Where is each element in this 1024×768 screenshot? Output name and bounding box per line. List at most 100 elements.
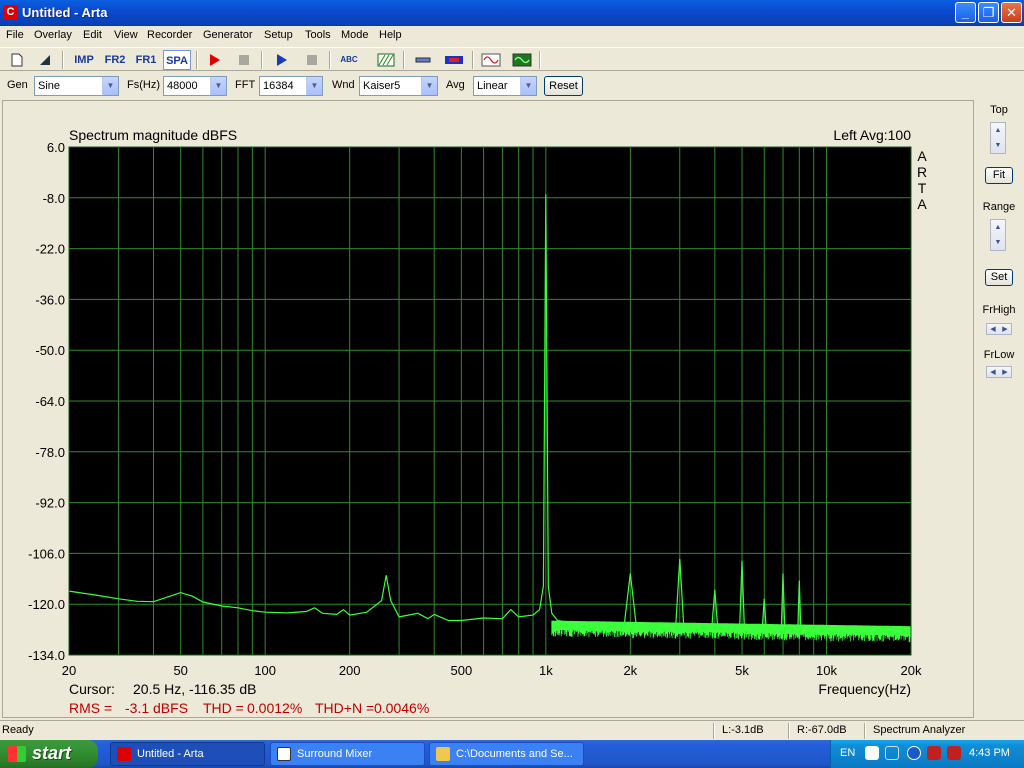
record-icon[interactable]	[202, 50, 226, 70]
menu-generator[interactable]: Generator	[203, 29, 253, 41]
x-tick-label: 20	[62, 663, 76, 678]
wnd-label: Wnd	[332, 79, 355, 91]
chart-title: Spectrum magnitude dBFS	[69, 127, 237, 143]
gen-select[interactable]: Sine ▼	[34, 76, 119, 96]
x-tick-label: 2k	[623, 663, 637, 678]
y-tick-label: -134.0	[28, 648, 65, 663]
menu-tools[interactable]: Tools	[305, 29, 331, 41]
x-tick-label: 1k	[539, 663, 553, 678]
spectrum-plot[interactable]: 6.0 -8.0 -22.0 -36.0 -50.0 -64.0 -78.0 -92.0 -10…	[3, 101, 975, 719]
side-label-letter: A	[917, 196, 927, 212]
arrow-right-icon[interactable]: ▶	[999, 367, 1011, 378]
signal-generator-icon[interactable]	[479, 50, 503, 70]
language-indicator[interactable]: EN	[840, 747, 855, 759]
side-label-letter: A	[917, 148, 927, 164]
rms-value: -3.1 dBFS	[125, 700, 188, 716]
top-spinner[interactable]: ▲ ▼	[990, 122, 1006, 154]
reset-button[interactable]: Reset	[544, 76, 583, 96]
shield-icon[interactable]	[947, 746, 961, 760]
start-button[interactable]: start	[0, 740, 98, 768]
spin-down-icon[interactable]: ▼	[991, 138, 1005, 153]
arrow-left-icon[interactable]: ◀	[987, 367, 999, 378]
thd-value: 0.0012%	[247, 700, 302, 716]
fit-button[interactable]: Fit	[985, 167, 1013, 184]
windows-logo-icon	[8, 746, 26, 762]
frlow-label: FrLow	[983, 349, 1015, 361]
title-bar: C Untitled - Arta _ ❐ ✕	[0, 0, 1024, 26]
side-label-letter: R	[917, 164, 927, 180]
y-tick-label: -120.0	[28, 597, 65, 612]
new-file-icon[interactable]	[5, 50, 29, 70]
marker-icon[interactable]	[411, 50, 435, 70]
level-meter-icon[interactable]	[442, 50, 466, 70]
wnd-select[interactable]: Kaiser5 ▼	[359, 76, 438, 96]
help-icon[interactable]	[865, 746, 879, 760]
arrow-right-icon[interactable]: ▶	[999, 324, 1011, 335]
minimize-button[interactable]: _	[955, 2, 976, 23]
menu-edit[interactable]: Edit	[83, 29, 102, 41]
chevron-left-icon[interactable]	[907, 746, 921, 760]
shield-icon[interactable]	[927, 746, 941, 760]
abc-label-button[interactable]: ABC	[336, 50, 362, 70]
frlow-spinner[interactable]: ◀ ▶	[986, 366, 1012, 378]
task-surround-mixer[interactable]: Surround Mixer	[270, 742, 425, 766]
x-tick-label: 10k	[816, 663, 837, 678]
frhigh-spinner[interactable]: ◀ ▶	[986, 323, 1012, 335]
cursor-label: Cursor:	[69, 681, 115, 697]
arrow-left-icon[interactable]: ◀	[987, 324, 999, 335]
set-button[interactable]: Set	[985, 269, 1013, 286]
clock: 4:43 PM	[969, 747, 1010, 759]
hatch-icon[interactable]	[374, 50, 398, 70]
y-tick-label: -36.0	[35, 292, 65, 307]
menu-mode[interactable]: Mode	[341, 29, 369, 41]
fr1-mode-button[interactable]: FR1	[132, 50, 160, 70]
x-tick-label: 20k	[901, 663, 922, 678]
top-label: Top	[990, 104, 1008, 116]
menu-recorder[interactable]: Recorder	[147, 29, 192, 41]
fft-select[interactable]: 16384 ▼	[259, 76, 323, 96]
task-explorer[interactable]: C:\Documents and Se...	[429, 742, 584, 766]
menu-file[interactable]: File	[6, 29, 24, 41]
menu-help[interactable]: Help	[379, 29, 402, 41]
task-arta[interactable]: Untitled - Arta	[110, 742, 265, 766]
play-icon[interactable]	[269, 50, 293, 70]
taskbar: start Untitled - Arta Surround Mixer C:\…	[0, 740, 1024, 768]
close-button[interactable]: ✕	[1001, 2, 1022, 23]
imp-mode-button[interactable]: IMP	[70, 50, 98, 70]
fr2-mode-button[interactable]: FR2	[101, 50, 129, 70]
status-mode: Spectrum Analyzer	[873, 724, 966, 736]
menu-overlay[interactable]: Overlay	[34, 29, 72, 41]
y-tick-label: -106.0	[28, 546, 65, 561]
stop-play-icon[interactable]	[300, 50, 324, 70]
spin-up-icon[interactable]: ▲	[991, 220, 1005, 235]
stop-record-icon[interactable]	[232, 50, 256, 70]
menu-setup[interactable]: Setup	[264, 29, 293, 41]
x-tick-label: 200	[339, 663, 361, 678]
arta-app-icon: C	[3, 5, 18, 20]
right-control-panel: Top ▲ ▼ Fit Range ▲ ▼ Set FrHigh ◀ ▶ FrLow …	[976, 100, 1022, 718]
range-spinner[interactable]: ▲ ▼	[990, 219, 1006, 251]
network-icon[interactable]	[885, 746, 899, 760]
chevron-down-icon: ▼	[102, 77, 118, 95]
menu-view[interactable]: View	[114, 29, 138, 41]
menu-bar: File Overlay Edit View Recorder Generato…	[0, 26, 1024, 46]
open-file-icon[interactable]	[33, 50, 57, 70]
x-tick-label: 5k	[735, 663, 749, 678]
avg-select[interactable]: Linear ▼	[473, 76, 537, 96]
fs-select[interactable]: 48000 ▼	[163, 76, 227, 96]
y-tick-label: -64.0	[35, 394, 65, 409]
spin-down-icon[interactable]: ▼	[991, 235, 1005, 250]
spa-mode-button[interactable]: SPA	[163, 50, 191, 70]
x-axis-label: Frequency(Hz)	[818, 681, 911, 697]
window-title: Untitled - Arta	[22, 5, 108, 20]
x-tick-label: 100	[254, 663, 276, 678]
toolbar: IMP FR2 FR1 SPA ABC	[0, 47, 1024, 71]
side-label-letter: T	[918, 180, 927, 196]
chevron-down-icon: ▼	[421, 77, 437, 95]
spin-up-icon[interactable]: ▲	[991, 123, 1005, 138]
scope-icon[interactable]	[510, 50, 534, 70]
settings-bar: Gen Sine ▼ Fs(Hz) 48000 ▼ FFT 16384 ▼ Wn…	[0, 73, 1024, 99]
status-left-level: L:-3.1dB	[722, 724, 764, 736]
mixer-icon	[277, 747, 291, 761]
maximize-button[interactable]: ❐	[978, 2, 999, 23]
